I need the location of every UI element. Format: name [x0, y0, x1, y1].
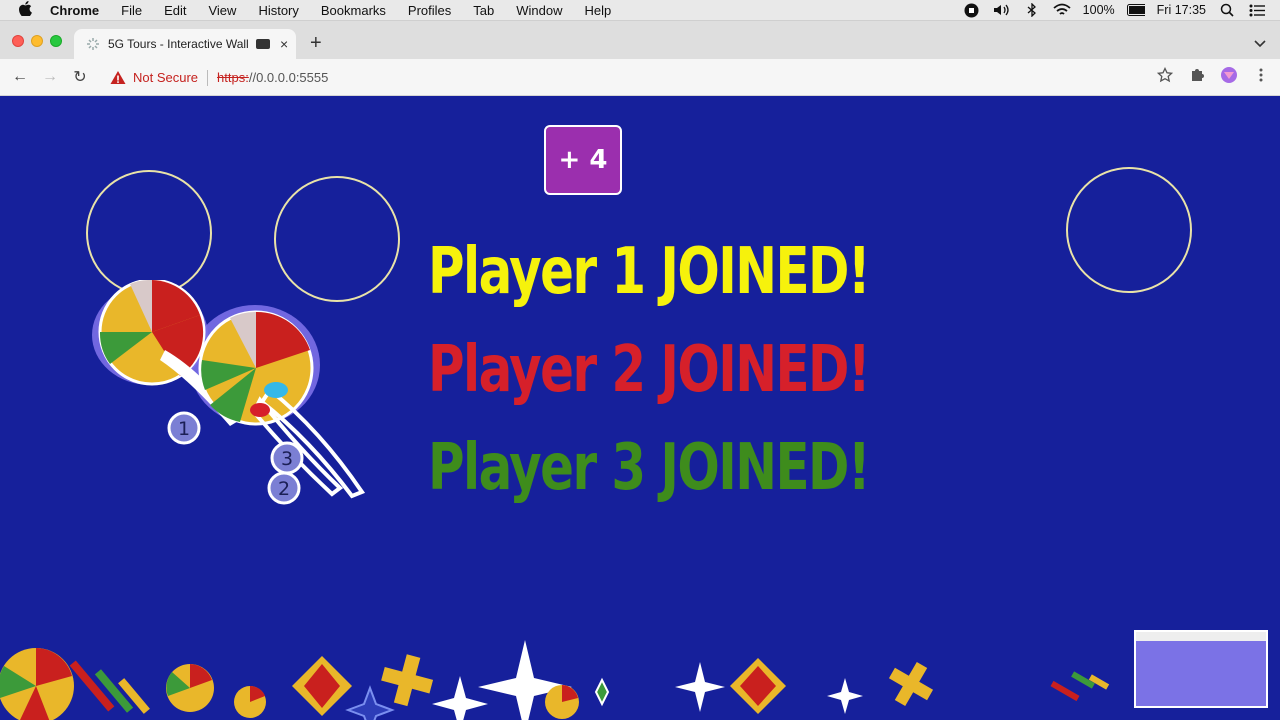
add-player-button-label: + 4: [558, 145, 608, 175]
security-status-label[interactable]: Not Secure: [133, 70, 198, 85]
profile-avatar-icon[interactable]: [1220, 66, 1238, 84]
screen-recording-thumbnail[interactable]: [1134, 630, 1268, 708]
macos-menu-bar: Chrome File Edit View History Bookmarks …: [0, 0, 1280, 21]
badge-2-text: 2: [278, 478, 290, 500]
player-paddles-illustration: 1 3 2: [92, 280, 366, 505]
toolbar-right-icons: [1156, 66, 1270, 84]
menu-file[interactable]: File: [110, 0, 153, 21]
browser-tab-active[interactable]: 5G Tours - Interactive Wall ×: [74, 29, 296, 59]
menu-view[interactable]: View: [197, 0, 247, 21]
player-1-badge: 1: [167, 411, 201, 445]
menu-edit[interactable]: Edit: [153, 0, 197, 21]
spotlight-search-icon[interactable]: [1218, 1, 1236, 19]
interactive-wall-page: + 4 Player 1 JOINED! Player 2 JOINED! Pl…: [0, 96, 1280, 720]
loading-favicon-icon: [87, 38, 99, 50]
player-slot-3: [1066, 167, 1192, 293]
omnibox-divider: [207, 69, 209, 86]
player-2-badge: 2: [267, 471, 301, 505]
url-host: //0.0.0.0:5555: [248, 70, 329, 85]
bottom-decorations: [0, 640, 1110, 720]
window-close-button[interactable]: [12, 35, 24, 47]
deco-kite-2: [730, 658, 786, 714]
tab-cast-icon: [256, 39, 270, 49]
deco-star-outline: [345, 685, 395, 720]
window-minimize-button[interactable]: [31, 35, 43, 47]
deco-puzzle-yellow: [381, 654, 434, 707]
battery-icon[interactable]: [1126, 1, 1145, 19]
more-menu-icon[interactable]: [1252, 66, 1270, 84]
menu-help[interactable]: Help: [574, 0, 623, 21]
deco-star-white-1: [432, 676, 488, 720]
tab-strip: 5G Tours - Interactive Wall × +: [0, 21, 1280, 59]
clock[interactable]: Fri 17:35: [1157, 3, 1206, 17]
player-2-joined-text: Player 2 JOINED!: [428, 333, 871, 407]
control-center-icon[interactable]: [1248, 1, 1266, 19]
menu-tab[interactable]: Tab: [462, 0, 505, 21]
warning-icon: [110, 70, 126, 84]
deco-ball-medium: [166, 664, 214, 712]
tab-search-chevron-icon[interactable]: [1254, 35, 1266, 53]
url-scheme: https:: [217, 70, 249, 85]
deco-sticks-2: [1050, 671, 1110, 702]
player-1-joined-text: Player 1 JOINED!: [428, 235, 871, 309]
deco-ball-small: [234, 685, 266, 718]
tab-close-icon[interactable]: ×: [280, 36, 288, 52]
forward-button[interactable]: →: [35, 68, 65, 86]
menu-window[interactable]: Window: [505, 0, 573, 21]
player-3-badge: 3: [270, 441, 304, 475]
deco-star-white-3: [827, 678, 863, 714]
reload-button[interactable]: ↻: [65, 67, 95, 87]
deco-kite: [292, 656, 352, 716]
tab-title: 5G Tours - Interactive Wall: [108, 37, 249, 51]
volume-icon[interactable]: [993, 1, 1011, 19]
thumbnail-toolbar: [1136, 632, 1266, 641]
address-bar[interactable]: Not Secure https://0.0.0.0:5555: [104, 64, 1184, 91]
back-button[interactable]: ←: [5, 68, 35, 86]
new-tab-button[interactable]: +: [310, 33, 322, 53]
deco-ball-center: [545, 685, 579, 719]
badge-3-text: 3: [281, 448, 293, 470]
deco-sticks: [69, 660, 150, 714]
menu-profiles[interactable]: Profiles: [397, 0, 462, 21]
battery-percent: 100%: [1082, 3, 1115, 17]
add-player-button[interactable]: + 4: [544, 125, 622, 195]
bluetooth-icon[interactable]: [1023, 1, 1041, 19]
deco-diamond-green: [594, 677, 610, 707]
badge-1-text: 1: [178, 418, 190, 440]
apple-icon[interactable]: [0, 1, 50, 19]
bookmark-star-icon[interactable]: [1156, 66, 1174, 84]
wifi-icon[interactable]: [1053, 1, 1071, 19]
menu-bookmarks[interactable]: Bookmarks: [310, 0, 397, 21]
player-3-joined-text: Player 3 JOINED!: [428, 431, 871, 505]
player-slot-1: [86, 170, 212, 296]
extensions-puzzle-icon[interactable]: [1188, 66, 1206, 84]
deco-puzzle-yellow-2: [888, 661, 934, 707]
browser-toolbar: ← → ↻ Not Secure https://0.0.0.0:5555: [0, 59, 1280, 96]
window-zoom-button[interactable]: [50, 35, 62, 47]
screen-record-icon[interactable]: [963, 1, 981, 19]
deco-star-white-2: [675, 662, 725, 712]
status-area: 100% Fri 17:35: [963, 1, 1280, 19]
menu-history[interactable]: History: [247, 0, 309, 21]
menu-app-chrome[interactable]: Chrome: [50, 0, 110, 21]
deco-ball-large: [0, 648, 74, 720]
